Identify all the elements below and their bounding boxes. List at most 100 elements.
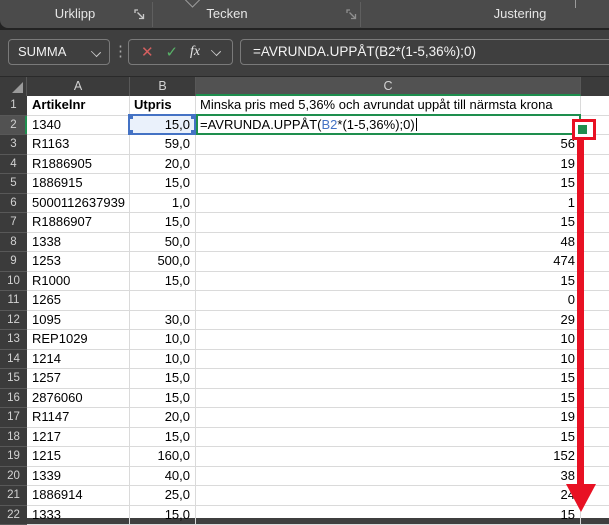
row-header-6[interactable]: 6 <box>0 194 27 214</box>
cell-B9[interactable]: 500,0 <box>130 252 196 272</box>
cell-C14[interactable]: 10 <box>196 350 581 370</box>
cell-D20[interactable] <box>581 467 609 487</box>
cell-D15[interactable] <box>581 369 609 389</box>
row-header-20[interactable]: 20 <box>0 467 27 487</box>
cell-D13[interactable] <box>581 330 609 350</box>
row-header-9[interactable]: 9 <box>0 252 27 272</box>
row-header-8[interactable]: 8 <box>0 233 27 253</box>
cell-B14[interactable]: 10,0 <box>130 350 196 370</box>
cell-A9[interactable]: 1253 <box>27 252 130 272</box>
cell-B16[interactable]: 15,0 <box>130 389 196 409</box>
cell-C8[interactable]: 48 <box>196 233 581 253</box>
cell-A8[interactable]: 1338 <box>27 233 130 253</box>
cell-D1[interactable] <box>581 96 609 116</box>
row-header-2[interactable]: 2 <box>0 116 27 136</box>
cell-C3[interactable]: 56 <box>196 135 581 155</box>
row-header-17[interactable]: 17 <box>0 408 27 428</box>
cell-D8[interactable] <box>581 233 609 253</box>
row-header-4[interactable]: 4 <box>0 155 27 175</box>
cell-D3[interactable] <box>581 135 609 155</box>
cell-B2[interactable]: 15,0 <box>130 116 196 136</box>
cell-C6[interactable]: 1 <box>196 194 581 214</box>
cell-B22[interactable]: 15,0 <box>130 506 196 525</box>
cell-D11[interactable] <box>581 291 609 311</box>
cell-C1[interactable]: Minska pris med 5,36% och avrundat uppåt… <box>196 96 581 116</box>
cell-D17[interactable] <box>581 408 609 428</box>
cell-B4[interactable]: 20,0 <box>130 155 196 175</box>
cell-B15[interactable]: 15,0 <box>130 369 196 389</box>
cell-C16[interactable]: 15 <box>196 389 581 409</box>
row-header-5[interactable]: 5 <box>0 174 27 194</box>
chevron-down-icon[interactable] <box>91 47 101 57</box>
chevron-down-icon[interactable] <box>211 45 221 55</box>
cell-A20[interactable]: 1339 <box>27 467 130 487</box>
cell-D14[interactable] <box>581 350 609 370</box>
column-header-b[interactable]: B <box>130 77 196 96</box>
cell-D5[interactable] <box>581 174 609 194</box>
cell-A18[interactable]: 1217 <box>27 428 130 448</box>
dialog-launcher-icon[interactable] <box>345 8 358 21</box>
row-header-19[interactable]: 19 <box>0 447 27 467</box>
row-header-16[interactable]: 16 <box>0 389 27 409</box>
cell-C19[interactable]: 152 <box>196 447 581 467</box>
cell-A6[interactable]: 5000112637939 <box>27 194 130 214</box>
cell-A16[interactable]: 2876060 <box>27 389 130 409</box>
cell-A17[interactable]: R1147 <box>27 408 130 428</box>
cell-C18[interactable]: 15 <box>196 428 581 448</box>
cell-D12[interactable] <box>581 311 609 331</box>
cell-D16[interactable] <box>581 389 609 409</box>
cell-C21[interactable]: 24 <box>196 486 581 506</box>
cell-A3[interactable]: R1163 <box>27 135 130 155</box>
cancel-button[interactable]: ✕ <box>141 43 154 61</box>
cell-C15[interactable]: 15 <box>196 369 581 389</box>
row-header-21[interactable]: 21 <box>0 486 27 506</box>
row-header-14[interactable]: 14 <box>0 350 27 370</box>
cell-D22[interactable] <box>581 506 609 525</box>
cell-B7[interactable]: 15,0 <box>130 213 196 233</box>
cell-A2[interactable]: 1340 <box>27 116 130 136</box>
cell-A14[interactable]: 1214 <box>27 350 130 370</box>
cell-A5[interactable]: 1886915 <box>27 174 130 194</box>
column-header-d[interactable] <box>581 77 609 96</box>
cell-D10[interactable] <box>581 272 609 292</box>
name-box[interactable]: SUMMA <box>8 39 110 65</box>
cell-A12[interactable]: 1095 <box>27 311 130 331</box>
row-header-13[interactable]: 13 <box>0 330 27 350</box>
cell-B21[interactable]: 25,0 <box>130 486 196 506</box>
cell-C11[interactable]: 0 <box>196 291 581 311</box>
row-header-11[interactable]: 11 <box>0 291 27 311</box>
cell-D21[interactable] <box>581 486 609 506</box>
cell-B19[interactable]: 160,0 <box>130 447 196 467</box>
cell-B3[interactable]: 59,0 <box>130 135 196 155</box>
select-all-button[interactable] <box>0 77 27 96</box>
cell-A10[interactable]: R1000 <box>27 272 130 292</box>
row-header-22[interactable]: 22 <box>0 506 27 525</box>
dialog-launcher-icon[interactable] <box>133 8 146 21</box>
enter-button[interactable]: ✓ <box>165 43 178 61</box>
cell-D6[interactable] <box>581 194 609 214</box>
formula-input[interactable]: =AVRUNDA.UPPÅT(B2*(1-5,36%);0) <box>240 39 609 65</box>
row-header-12[interactable]: 12 <box>0 311 27 331</box>
cell-B8[interactable]: 50,0 <box>130 233 196 253</box>
formula-bar-resize-handle[interactable]: ⋮ <box>113 40 128 64</box>
cell-C12[interactable]: 29 <box>196 311 581 331</box>
row-header-7[interactable]: 7 <box>0 213 27 233</box>
row-header-10[interactable]: 10 <box>0 272 27 292</box>
cell-D4[interactable] <box>581 155 609 175</box>
insert-function-button[interactable]: fx <box>190 44 200 60</box>
cell-C7[interactable]: 15 <box>196 213 581 233</box>
cell-B12[interactable]: 30,0 <box>130 311 196 331</box>
cell-A11[interactable]: 1265 <box>27 291 130 311</box>
cell-B5[interactable]: 15,0 <box>130 174 196 194</box>
cell-A1[interactable]: Artikelnr <box>27 96 130 116</box>
cell-B6[interactable]: 1,0 <box>130 194 196 214</box>
cell-D7[interactable] <box>581 213 609 233</box>
cell-A22[interactable]: 1333 <box>27 506 130 525</box>
cell-A7[interactable]: R1886907 <box>27 213 130 233</box>
column-header-c[interactable]: C <box>196 77 581 96</box>
cell-A19[interactable]: 1215 <box>27 447 130 467</box>
cell-D18[interactable] <box>581 428 609 448</box>
cell-B11[interactable] <box>130 291 196 311</box>
cell-C22[interactable]: 15 <box>196 506 581 525</box>
row-header-3[interactable]: 3 <box>0 135 27 155</box>
